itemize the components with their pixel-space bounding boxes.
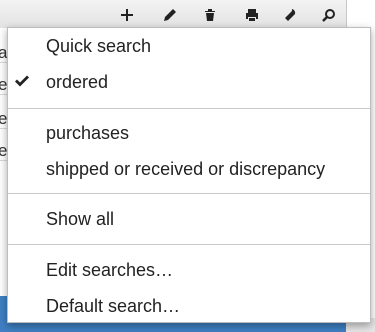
menu-item-label: purchases [46, 122, 130, 143]
trash-icon[interactable] [201, 6, 219, 24]
menu-item-label: shipped or received or discrepancy [46, 158, 326, 179]
print-icon[interactable] [243, 6, 261, 24]
menu-item-edit-searches[interactable]: Edit searches… [8, 254, 370, 286]
search-dropdown-menu: Quick search ordered purchases shipped o… [7, 27, 371, 323]
menu-separator [8, 108, 370, 109]
menu-item-label: Default search… [46, 295, 181, 316]
menu-item-show-all[interactable]: Show all [8, 203, 370, 235]
toolbar [0, 0, 347, 29]
menu-item-label: ordered [46, 71, 109, 92]
search-icon[interactable] [320, 6, 338, 24]
checkmark-icon [15, 75, 29, 87]
wrench-icon[interactable] [281, 6, 299, 24]
menu-item-quick-search[interactable]: Quick search [8, 30, 370, 62]
menu-separator [8, 244, 370, 245]
menu-item-purchases[interactable]: purchases [8, 117, 370, 149]
menu-item-default-search[interactable]: Default search… [8, 290, 370, 322]
plus-icon[interactable] [118, 6, 136, 24]
menu-separator [8, 193, 370, 194]
menu-item-ordered[interactable]: ordered [8, 66, 370, 98]
menu-item-label: Show all [46, 208, 115, 229]
menu-item-shipped-received-discrepancy[interactable]: shipped or received or discrepancy [8, 153, 370, 185]
menu-item-label: Quick search [46, 35, 152, 56]
menu-item-label: Edit searches… [46, 259, 174, 280]
pencil-icon[interactable] [161, 6, 179, 24]
